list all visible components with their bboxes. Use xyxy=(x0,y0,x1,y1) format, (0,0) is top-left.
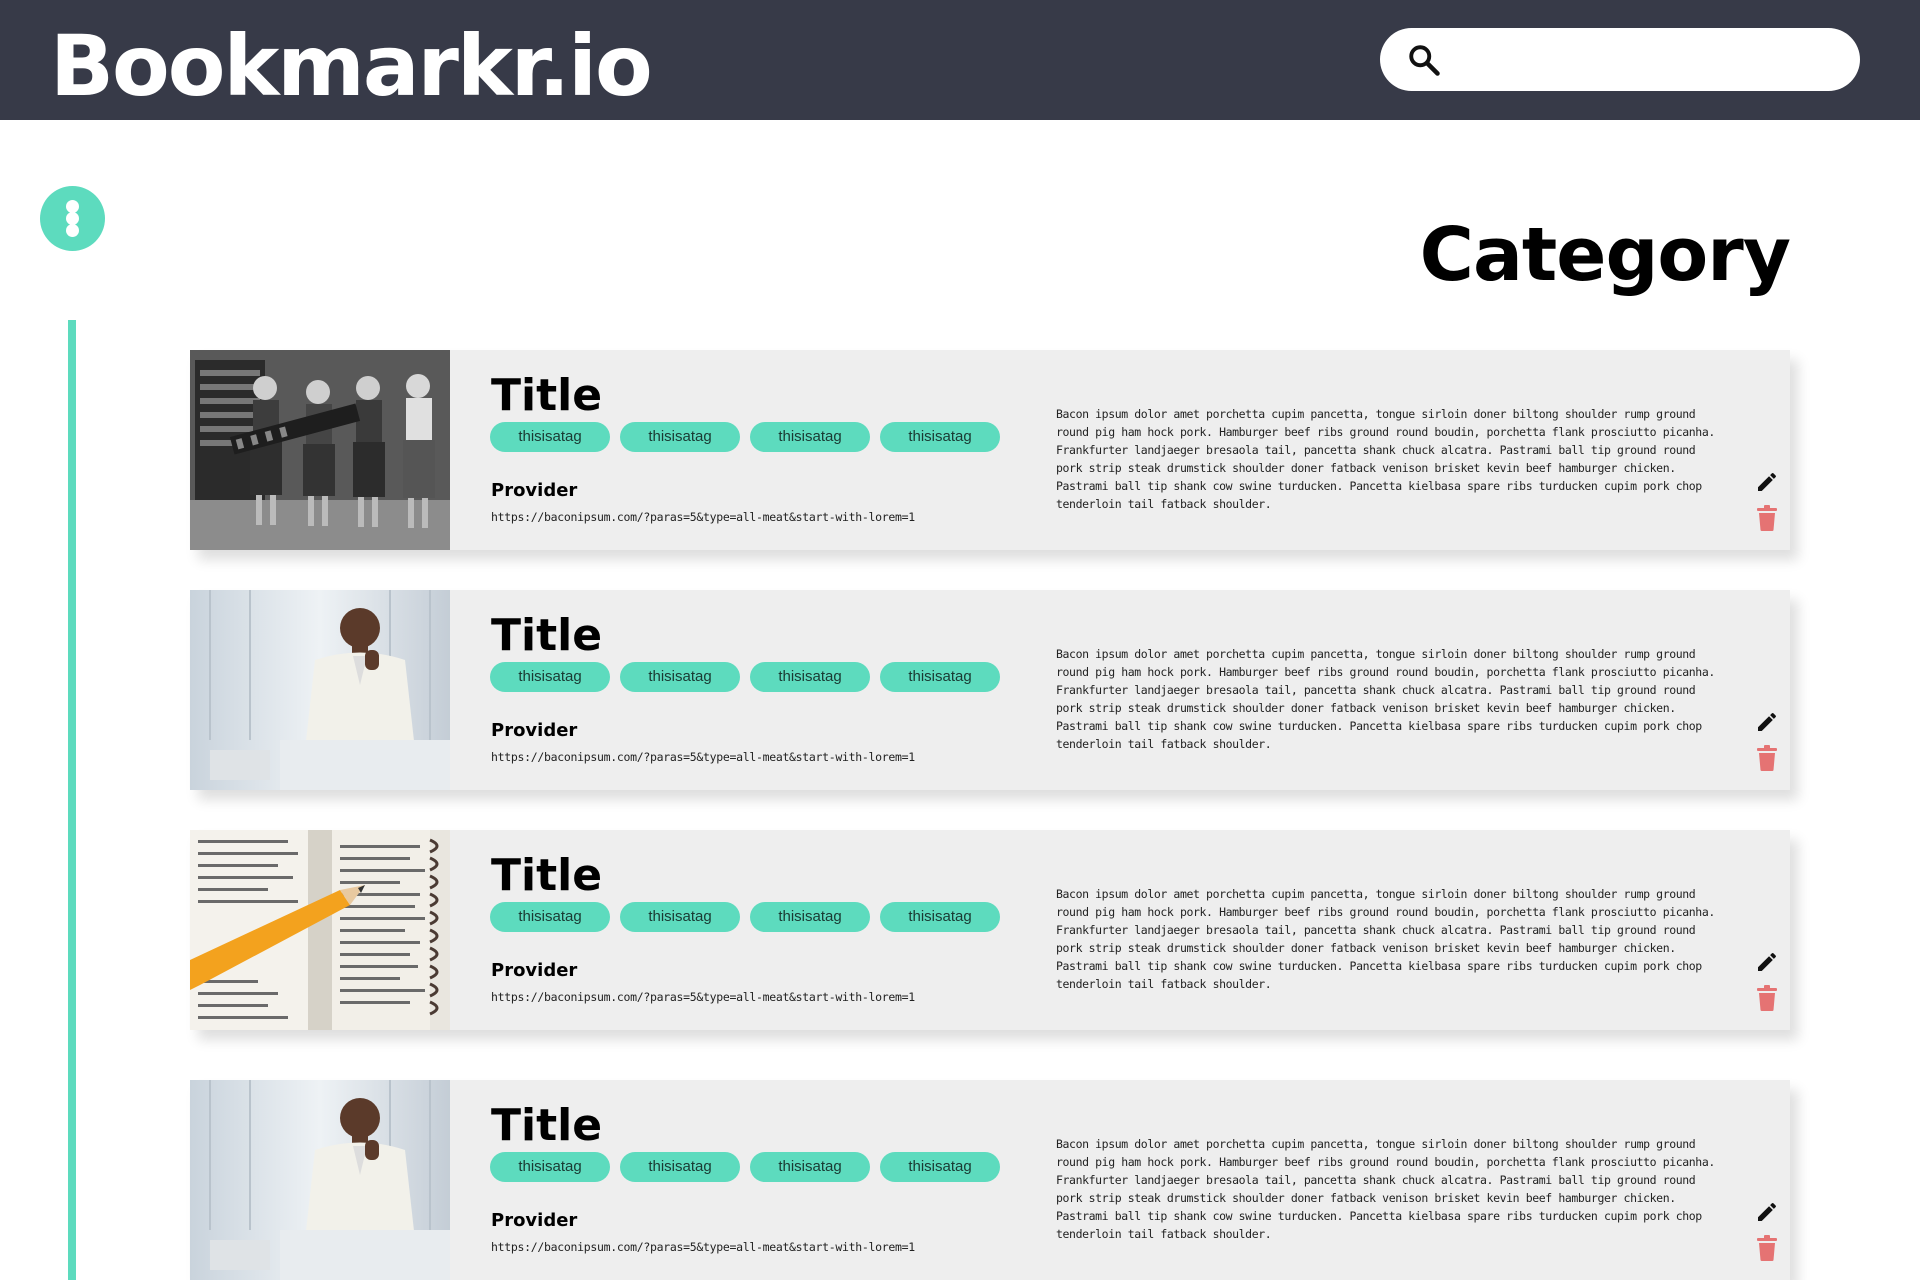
delete-icon[interactable] xyxy=(1757,985,1777,1011)
bookmark-thumbnail-frame[interactable] xyxy=(190,350,450,550)
delete-icon[interactable] xyxy=(1757,745,1777,771)
bookmark-card[interactable]: Title thisisatag thisisatag thisisatag thisi… xyxy=(190,590,1790,790)
tag-chip[interactable]: thisisatag xyxy=(620,662,740,692)
bookmark-title[interactable]: Title xyxy=(491,610,602,662)
bookmark-provider: Provider xyxy=(491,480,578,501)
bookmark-description: Bacon ipsum dolor amet porchetta cupim p… xyxy=(1056,647,1715,751)
bookmark-description: Bacon ipsum dolor amet porchetta cupim p… xyxy=(1056,407,1715,511)
tag-list: thisisatag thisisatag thisisatag thisisatag xyxy=(490,1152,1000,1182)
tag-list: thisisatag thisisatag thisisatag thisisatag xyxy=(490,422,1000,452)
delete-icon[interactable] xyxy=(1757,505,1777,531)
edit-icon[interactable] xyxy=(1755,1200,1779,1224)
app-logo[interactable]: Bookmarkr.io xyxy=(50,18,653,114)
tag-chip[interactable]: thisisatag xyxy=(880,662,1000,692)
bookmark-title[interactable]: Title xyxy=(491,850,602,902)
bookmark-thumbnail[interactable] xyxy=(190,590,450,790)
search-box[interactable] xyxy=(1380,28,1860,91)
bookmark-card[interactable]: Title thisisatag thisisatag thisisatag thisi… xyxy=(190,830,1790,1030)
tag-list: thisisatag thisisatag thisisatag thisisatag xyxy=(490,902,1000,932)
edit-icon[interactable] xyxy=(1755,470,1779,494)
search-icon[interactable] xyxy=(1406,42,1442,78)
tag-chip[interactable]: thisisatag xyxy=(750,422,870,452)
timeline-line xyxy=(68,320,76,1280)
bookmark-title[interactable]: Title xyxy=(491,370,602,422)
bookmark-url[interactable]: https://baconipsum.com/?paras=5&type=all… xyxy=(491,750,915,764)
tag-chip[interactable]: thisisatag xyxy=(620,1152,740,1182)
tag-chip[interactable]: thisisatag xyxy=(620,422,740,452)
bookmark-url[interactable]: https://baconipsum.com/?paras=5&type=all… xyxy=(491,510,915,524)
page-title: Category xyxy=(1419,212,1791,298)
delete-icon[interactable] xyxy=(1757,1235,1777,1261)
bookmark-title[interactable]: Title xyxy=(491,1100,602,1152)
bookmark-thumbnail-frame[interactable] xyxy=(190,1080,450,1280)
tag-chip[interactable]: thisisatag xyxy=(750,1152,870,1182)
tag-chip[interactable]: thisisatag xyxy=(490,422,610,452)
bookmark-provider: Provider xyxy=(491,720,578,741)
tag-chip[interactable]: thisisatag xyxy=(880,1152,1000,1182)
menu-dot-icon xyxy=(66,224,79,237)
bookmark-url[interactable]: https://baconipsum.com/?paras=5&type=all… xyxy=(491,990,915,1004)
bookmark-thumbnail-frame[interactable] xyxy=(190,830,450,1030)
tag-chip[interactable]: thisisatag xyxy=(750,902,870,932)
bookmark-thumbnail[interactable] xyxy=(190,1080,450,1280)
edit-icon[interactable] xyxy=(1755,710,1779,734)
tag-chip[interactable]: thisisatag xyxy=(880,902,1000,932)
tag-list: thisisatag thisisatag thisisatag thisisatag xyxy=(490,662,1000,692)
more-options-button[interactable] xyxy=(40,186,105,251)
tag-chip[interactable]: thisisatag xyxy=(490,902,610,932)
bookmark-description: Bacon ipsum dolor amet porchetta cupim p… xyxy=(1056,887,1715,991)
bookmark-provider: Provider xyxy=(491,1210,578,1231)
search-input[interactable] xyxy=(1460,40,1840,80)
bookmark-thumbnail[interactable] xyxy=(190,350,450,550)
tag-chip[interactable]: thisisatag xyxy=(490,1152,610,1182)
tag-chip[interactable]: thisisatag xyxy=(620,902,740,932)
bookmark-thumbnail-frame[interactable] xyxy=(190,590,450,790)
edit-icon[interactable] xyxy=(1755,950,1779,974)
bookmark-url[interactable]: https://baconipsum.com/?paras=5&type=all… xyxy=(491,1240,915,1254)
bookmark-card[interactable]: Title thisisatag thisisatag thisisatag thisi… xyxy=(190,1080,1790,1280)
bookmark-thumbnail[interactable] xyxy=(190,830,450,1030)
bookmark-card[interactable]: Title thisisatag thisisatag thisisatag thisi… xyxy=(190,350,1790,550)
bookmark-provider: Provider xyxy=(491,960,578,981)
top-bar: Bookmarkr.io xyxy=(0,0,1920,120)
bookmark-description: Bacon ipsum dolor amet porchetta cupim p… xyxy=(1056,1137,1715,1241)
tag-chip[interactable]: thisisatag xyxy=(750,662,870,692)
tag-chip[interactable]: thisisatag xyxy=(490,662,610,692)
tag-chip[interactable]: thisisatag xyxy=(880,422,1000,452)
